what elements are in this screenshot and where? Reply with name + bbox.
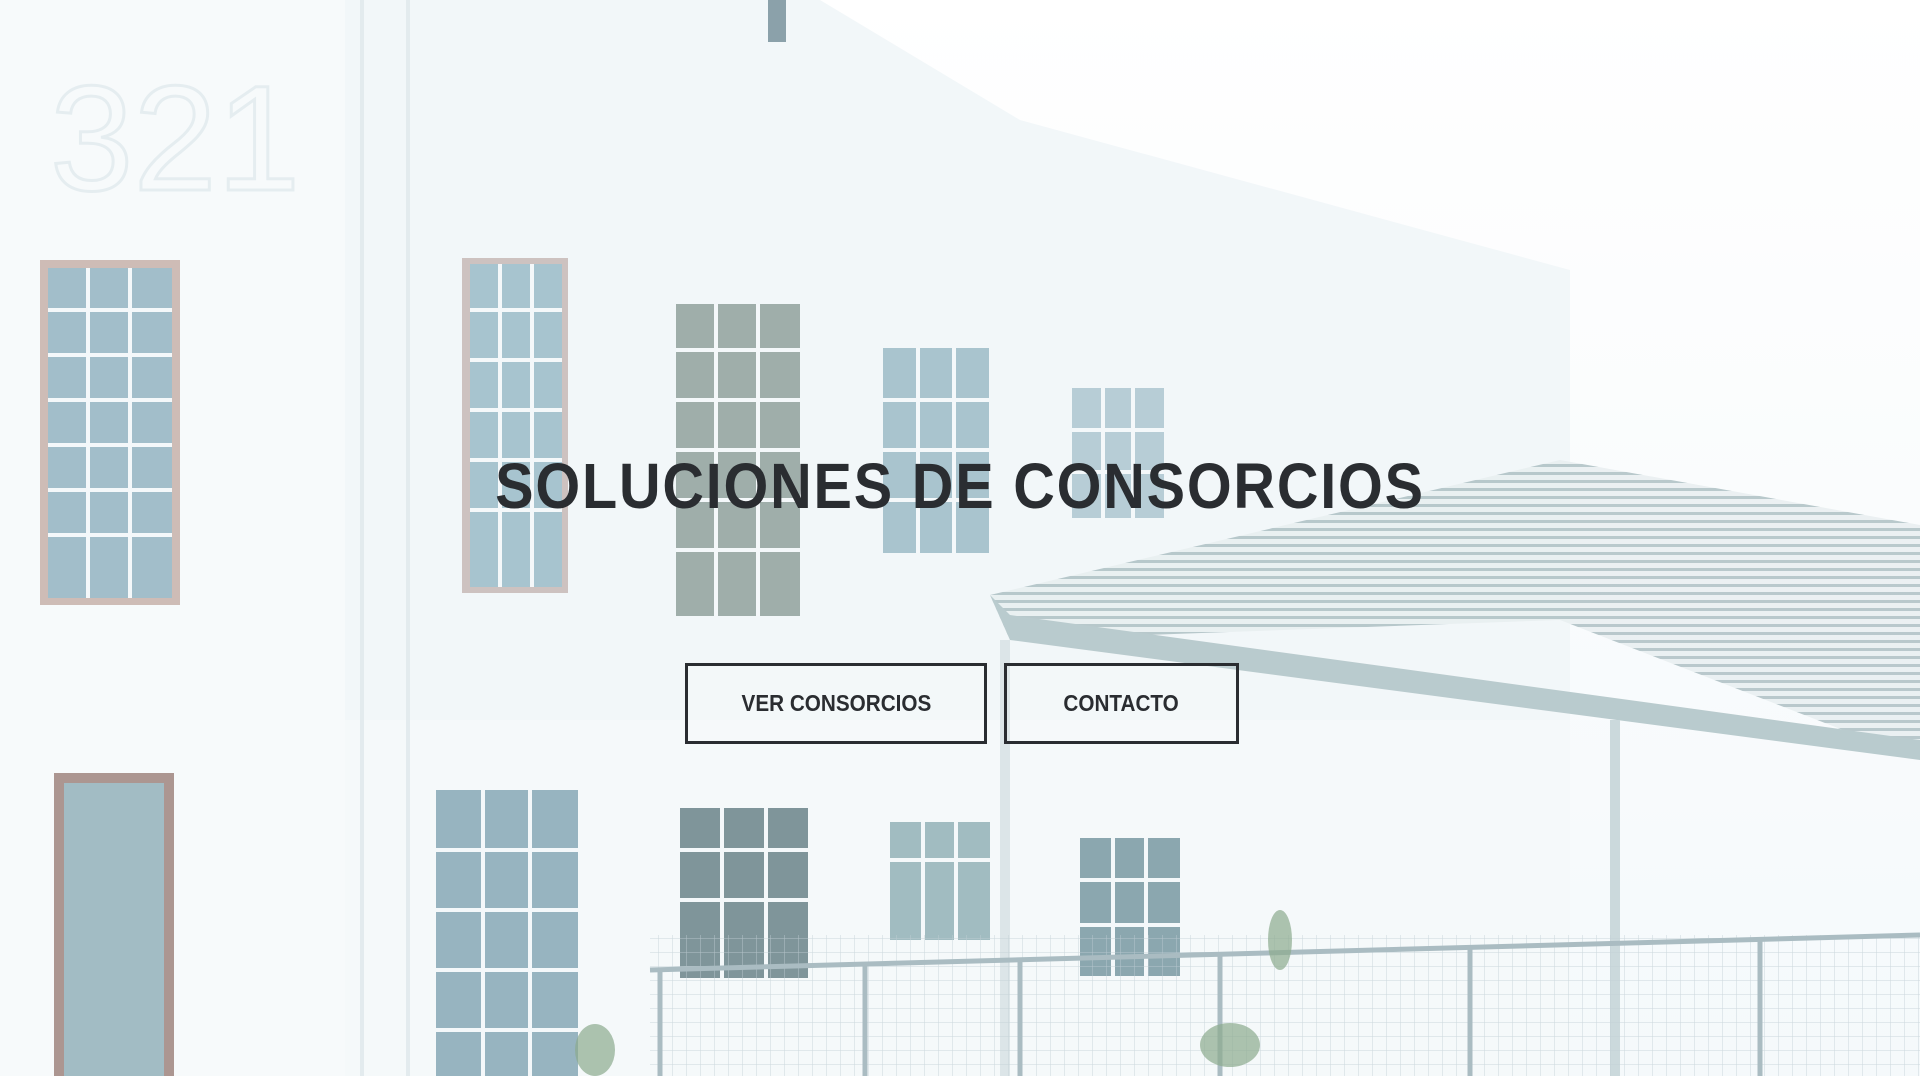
contacto-button[interactable]: CONTACTO xyxy=(1004,663,1239,744)
contacto-label: CONTACTO xyxy=(1063,690,1180,716)
ver-consorcios-button[interactable]: VER CONSORCIOS xyxy=(685,663,987,744)
hero-content: SOLUCIONES DE CONSORCIOS VER CONSORCIOS … xyxy=(0,0,1920,1076)
hero-section: 321 SOLUCIONES DE CONSORCIOS VER CONSORC… xyxy=(0,0,1920,1076)
page-title: SOLUCIONES DE CONSORCIOS xyxy=(495,450,1425,522)
ver-consorcios-label: VER CONSORCIOS xyxy=(741,690,931,716)
